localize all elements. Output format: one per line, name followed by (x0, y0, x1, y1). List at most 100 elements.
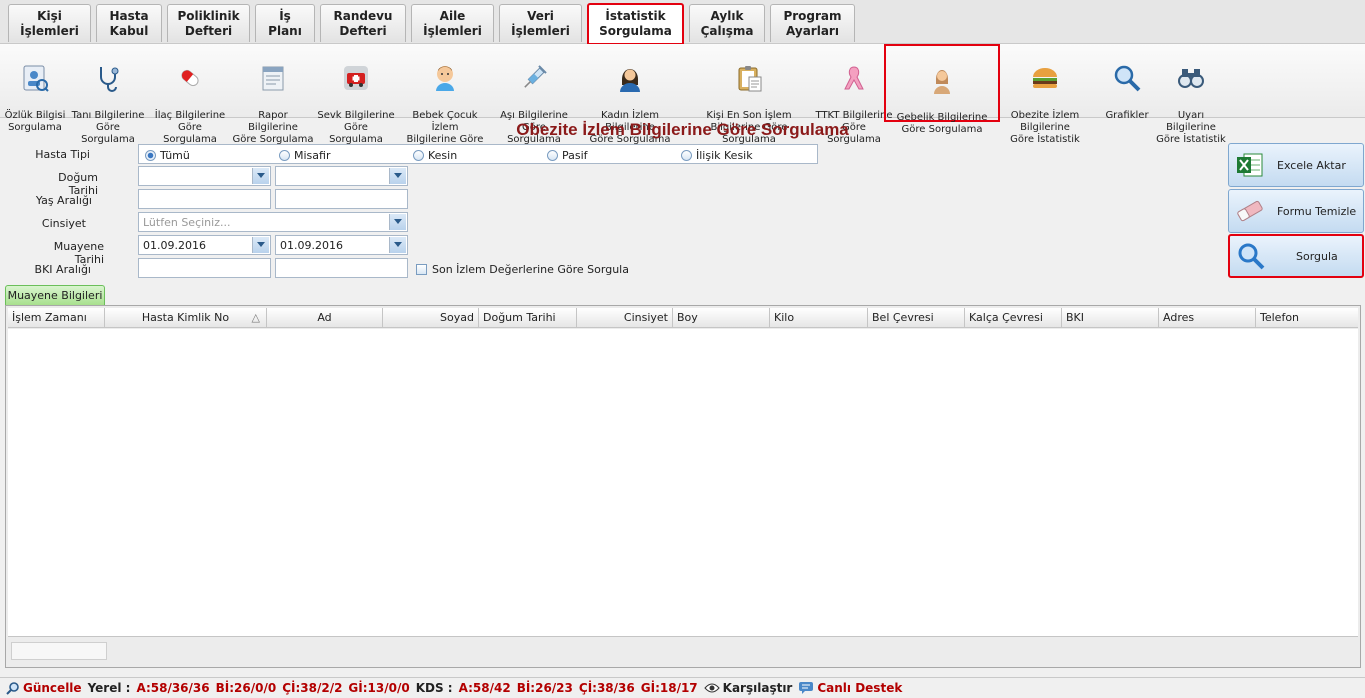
son-izlem-checkbox[interactable]: Son İzlem Değerlerine Göre Sorgula (416, 263, 629, 276)
guncelle-link[interactable]: Güncelle (6, 681, 82, 695)
query-label: Sorgula (1296, 249, 1338, 263)
col-soyad[interactable]: Soyad (383, 308, 479, 328)
toolbar-bebek-cocuk[interactable]: Bebek Çocuk İzlem Bilgilerine Göre (398, 48, 492, 145)
col-label: Hasta Kimlik No (141, 311, 230, 324)
chevron-down-icon (257, 173, 265, 178)
bki-from-input[interactable] (138, 258, 271, 278)
chevron-down-icon (257, 242, 265, 247)
clear-form-label: Formu Temizle (1277, 204, 1357, 218)
checkbox-box (416, 264, 427, 275)
karsilastir-link[interactable]: Karşılaştır (703, 681, 793, 695)
tab-veri-islemleri[interactable]: Veri İşlemleri (499, 4, 582, 42)
search-icon (1236, 241, 1266, 271)
radio-kesin[interactable]: Kesin (413, 149, 457, 162)
tab-randevu-defteri[interactable]: Randevu Defteri (320, 4, 406, 42)
muayene-from-picker[interactable]: 01.09.2016 (138, 235, 271, 255)
radio-ilisik-kesik[interactable]: İlişik Kesik (681, 149, 753, 162)
cinsiyet-select[interactable]: Lütfen Seçiniz... (138, 212, 408, 232)
radio-dot (413, 150, 424, 161)
toolbar-obezite-izlem[interactable]: Obezite İzlem Bilgilerine Göre İstatisti… (988, 48, 1102, 145)
grid-footer-cell (11, 642, 107, 660)
clear-form-button[interactable]: Formu Temizle (1228, 189, 1364, 233)
page-title: Obezite İzlem Bilgilerine Göre Sorgulama (516, 120, 849, 139)
col-bel-cevresi[interactable]: Bel Çevresi (868, 308, 965, 328)
toolbar-uyari-bilgileri[interactable]: Uyarı Bilgilerine Göre İstatistik (1152, 48, 1230, 145)
kds-a: A:58/42 (458, 681, 511, 695)
radio-tumu[interactable]: Tümü (145, 149, 190, 162)
toolbar-sevk-bilgileri[interactable]: Sevk Bilgilerine Göre Sorgulama (316, 48, 396, 145)
toolbar-kisi-en-son-islem[interactable]: Kişi En Son İşlem Bilgilerine Göre Sorgu… (686, 48, 812, 145)
canli-destek-link[interactable]: Canlı Destek (798, 681, 902, 695)
grid-body[interactable] (8, 329, 1358, 637)
col-telefon[interactable]: Telefon (1256, 308, 1358, 328)
yas-to-input[interactable] (275, 189, 408, 209)
toolbar-kadin-izlem[interactable]: Kadın İzlem Bilgilerine Göre Sorgulama (576, 48, 684, 145)
kds-label: KDS : (415, 681, 453, 695)
col-ad[interactable]: Ad (267, 308, 383, 328)
tab-muayene-bilgileri[interactable]: Muayene Bilgileri (5, 285, 105, 305)
yerel-bi: Bİ:26/0/0 (215, 681, 277, 695)
yerel-ci: Çİ:38/2/2 (282, 681, 343, 695)
col-cinsiyet[interactable]: Cinsiyet (577, 308, 673, 328)
results-grid: İşlem Zamanı Hasta Kimlik No △ Ad Soyad D… (5, 305, 1361, 668)
magnifier-icon (1111, 62, 1143, 94)
dogum-tarihi-from-picker[interactable] (138, 166, 271, 186)
col-boy[interactable]: Boy (673, 308, 770, 328)
id-card-icon (19, 62, 51, 94)
tab-kisi-islemleri[interactable]: Kişi İşlemleri (8, 4, 91, 42)
son-izlem-label: Son İzlem Değerlerine Göre Sorgula (432, 263, 629, 276)
toolbar-rapor-bilgileri[interactable]: Rapor Bilgilerine Göre Sorgulama (232, 48, 314, 145)
cinsiyet-placeholder: Lütfen Seçiniz... (143, 216, 231, 229)
eye-icon (703, 683, 720, 693)
toolbar-ilac-bilgileri[interactable]: İlaç Bilgilerine Göre Sorgulama (150, 48, 230, 145)
toolbar-ttkt-bilgileri[interactable]: TTKT Bilgilerine Göre Sorgulama (814, 48, 894, 145)
tab-aylik-calisma[interactable]: Aylık Çalışma (689, 4, 765, 42)
tab-program-ayarlari[interactable]: Program Ayarları (770, 4, 855, 42)
radio-label: İlişik Kesik (696, 149, 753, 162)
toolbar-tani-bilgileri[interactable]: Tanı Bilgilerine Göre Sorgulama (68, 48, 148, 145)
tab-hasta-kabul[interactable]: Hasta Kabul (96, 4, 162, 42)
radio-misafir[interactable]: Misafir (279, 149, 330, 162)
radio-dot (145, 150, 156, 161)
muayene-to-picker[interactable]: 01.09.2016 (275, 235, 408, 255)
karsilastir-label: Karşılaştır (722, 681, 793, 695)
sort-asc-icon: △ (251, 311, 260, 324)
toolbar-gebelik-bilgileri[interactable]: Gebelik Bilgilerine Göre Sorgulama (884, 44, 1000, 135)
col-hasta-kimlik-no[interactable]: Hasta Kimlik No △ (105, 308, 267, 328)
toolbar-grafikler[interactable]: Grafikler (1104, 48, 1150, 121)
status-bar: Güncelle Yerel : A:58/36/36 Bİ:26/0/0 Çİ… (0, 677, 1365, 698)
bki-araligi-label: BKI Aralığı (34, 263, 91, 276)
bki-to-input[interactable] (275, 258, 408, 278)
yas-from-input[interactable] (138, 189, 271, 209)
col-islem-zamani[interactable]: İşlem Zamanı (8, 308, 105, 328)
grid-header: İşlem Zamanı Hasta Kimlik No △ Ad Soyad D… (8, 308, 1358, 328)
col-adres[interactable]: Adres (1159, 308, 1256, 328)
yas-araligi-label: Yaş Aralığı (35, 194, 92, 207)
query-button[interactable]: Sorgula (1228, 234, 1364, 278)
baby-icon (429, 62, 461, 94)
statistics-toolbar: Özlük Bilgisi Sorgulama Tanı Bilgilerine… (0, 44, 1365, 145)
yerel-a: A:58/36/36 (136, 681, 210, 695)
excel-export-button[interactable]: Excele Aktar (1228, 143, 1364, 187)
syringe-icon (518, 62, 550, 94)
col-dogum-tarihi[interactable]: Doğum Tarihi (479, 308, 577, 328)
toolbar-ozluk-bilgisi[interactable]: Özlük Bilgisi Sorgulama (4, 48, 66, 133)
excel-icon (1235, 150, 1265, 180)
tab-is-plani[interactable]: İş Planı (255, 4, 315, 42)
report-icon (257, 62, 289, 94)
burger-icon (1029, 62, 1061, 94)
clipboard-icon (733, 62, 765, 94)
tab-poliklinik-defteri[interactable]: Poliklinik Defteri (167, 4, 250, 42)
col-kilo[interactable]: Kilo (770, 308, 868, 328)
tab-istatistik-sorgulama[interactable]: İstatistik Sorgulama (587, 3, 684, 45)
tab-aile-islemleri[interactable]: Aile İşlemleri (411, 4, 494, 42)
radio-pasif[interactable]: Pasif (547, 149, 588, 162)
stethoscope-icon (92, 62, 124, 94)
toolbar-asi-bilgileri[interactable]: Aşı Bilgilerine Göre Sorgulama (494, 48, 574, 145)
excel-export-label: Excele Aktar (1277, 158, 1346, 172)
col-bki[interactable]: BKI (1062, 308, 1159, 328)
col-kalca-cevresi[interactable]: Kalça Çevresi (965, 308, 1062, 328)
kds-gi: Gİ:18/17 (640, 681, 698, 695)
dogum-tarihi-to-picker[interactable] (275, 166, 408, 186)
yerel-gi: Gİ:13/0/0 (348, 681, 410, 695)
